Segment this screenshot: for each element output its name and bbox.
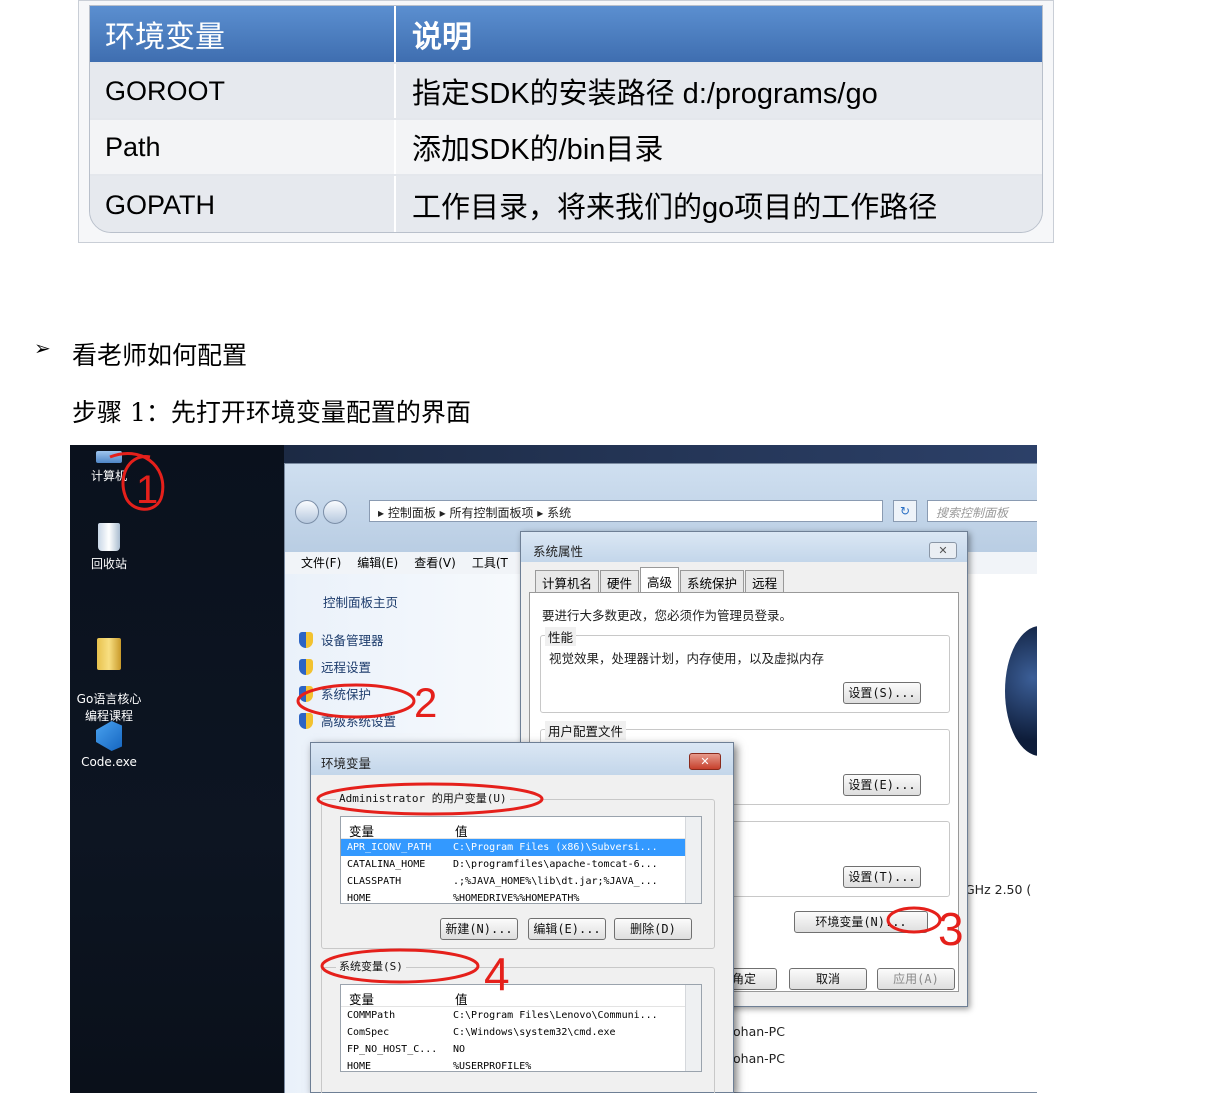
bullet-text: 看老师如何配置 (72, 341, 248, 370)
annotation-circle-3 (886, 906, 942, 934)
bullet-arrow-icon: ➢ (34, 336, 51, 360)
row-var-desc: 添加SDK的/bin目录 (412, 134, 664, 166)
annotation-3: 3 (938, 903, 964, 955)
step-1-text: 步骤 1：先打开环境变量配置的界面 (72, 398, 471, 427)
row-var-desc: 指定SDK的安装路径 d:/programs/go (412, 78, 878, 110)
row-var-name: GOROOT (90, 64, 396, 118)
annotation-4: 4 (484, 948, 510, 1000)
annotation-2: 2 (414, 679, 437, 726)
row-var-name: Path (90, 120, 396, 174)
table-row: GOPATH 工作目录，将来我们的go项目的工作路径 (90, 176, 1042, 232)
row-var-desc: 工作目录，将来我们的go项目的工作路径 (412, 192, 938, 224)
header-desc: 说明 (412, 21, 472, 54)
env-var-table: 环境变量 说明 GOROOT 指定SDK的安装路径 d:/programs/go… (89, 5, 1043, 233)
annotation-circle-user (316, 782, 544, 816)
annotation-circle-system (320, 948, 480, 984)
table-row: GOROOT 指定SDK的安装路径 d:/programs/go (90, 64, 1042, 118)
annotation-circle-2 (296, 683, 416, 719)
table-header-row: 环境变量 说明 (90, 6, 1042, 62)
header-env-var: 环境变量 (90, 6, 396, 62)
env-var-table-frame: 环境变量 说明 GOROOT 指定SDK的安装路径 d:/programs/go… (78, 0, 1054, 243)
red-annotations: 1 2 3 4 (109, 451, 964, 1000)
annotation-1: 1 (136, 468, 158, 512)
row-var-name: GOPATH (90, 176, 396, 232)
table-row: Path 添加SDK的/bin目录 (90, 120, 1042, 174)
windows-screenshot: 计算机 回收站 Go语言核心 编程课程 Code.exe ▸ 控制面板 ▸ 所有… (70, 445, 1037, 1093)
